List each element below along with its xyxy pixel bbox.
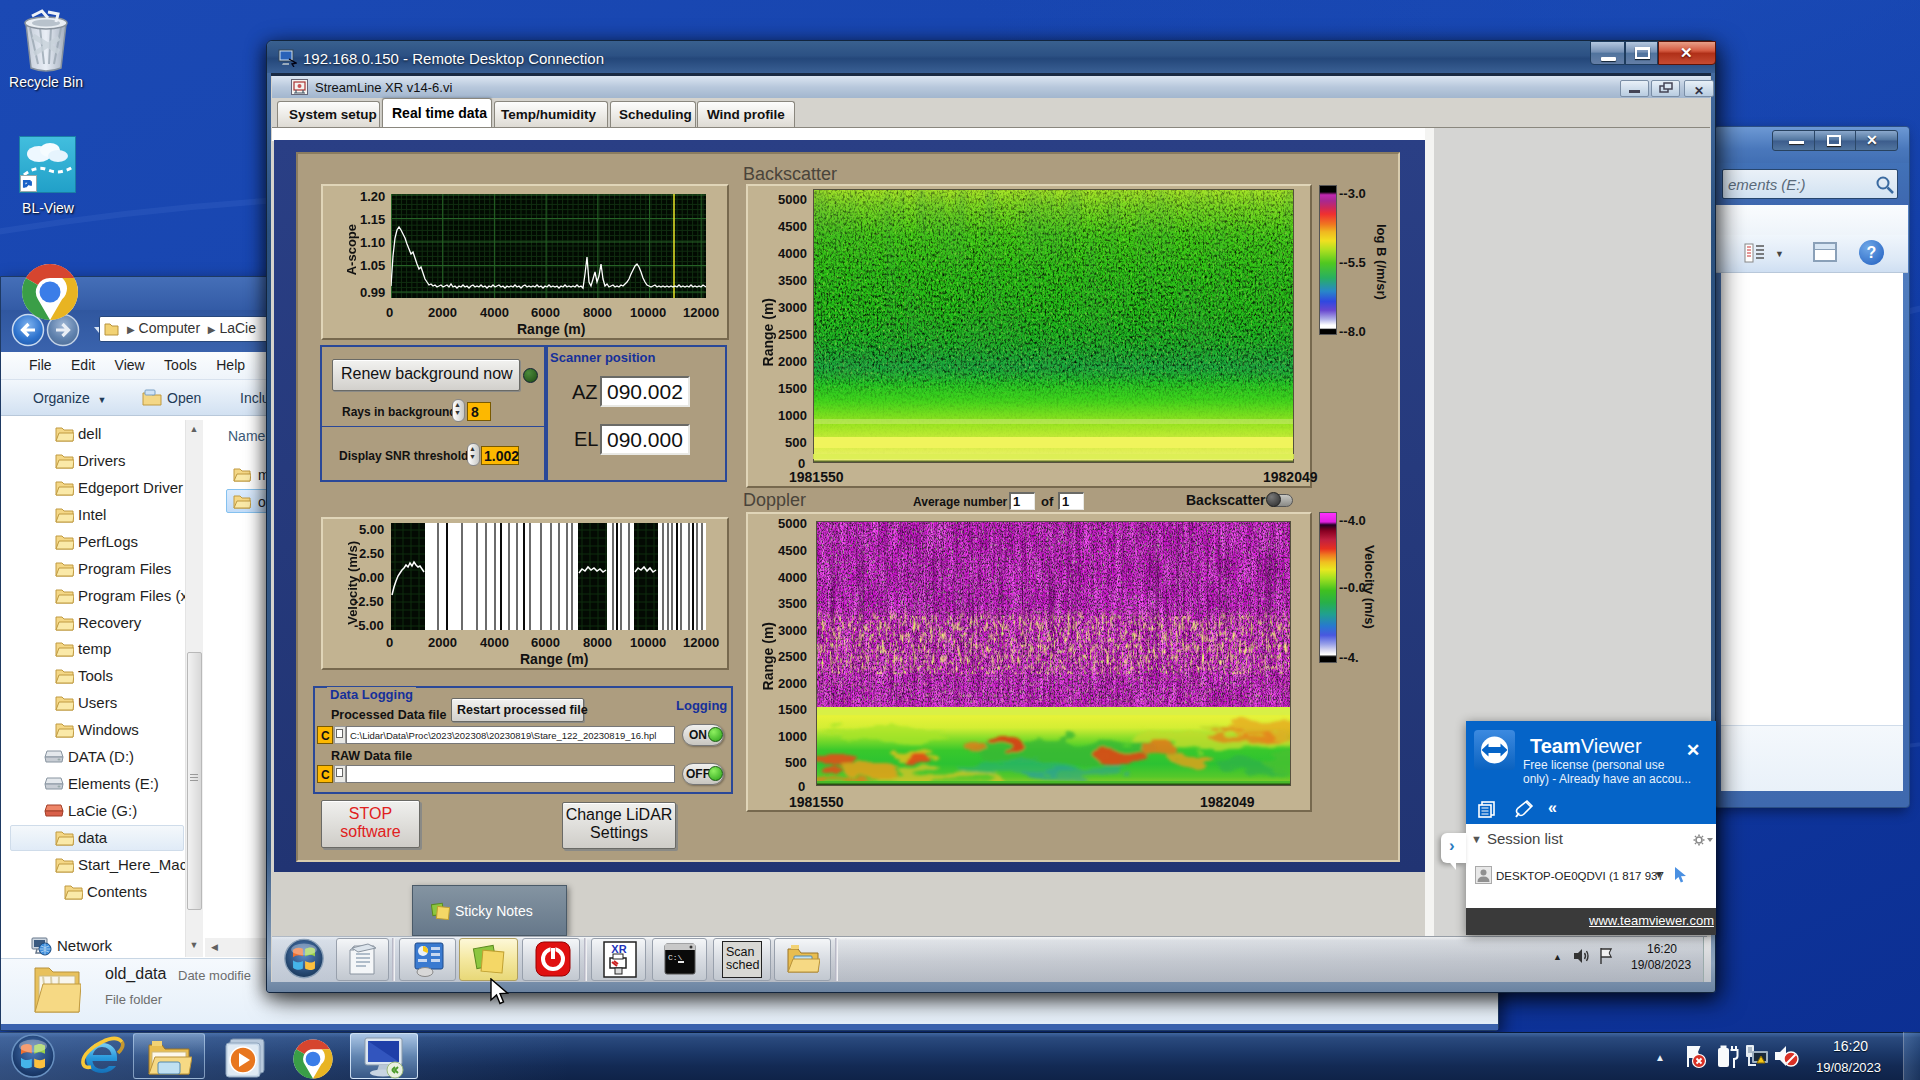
svg-text:C:\: C:\ [668, 953, 683, 962]
svg-text:XR: XR [611, 943, 626, 955]
